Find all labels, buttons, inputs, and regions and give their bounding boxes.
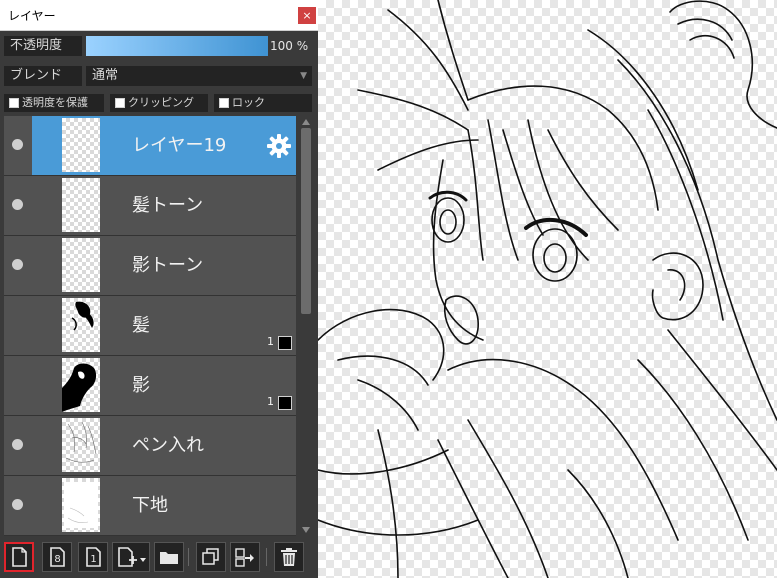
chevron-down-icon: ▼	[300, 71, 307, 81]
opacity-slider[interactable]	[86, 36, 268, 56]
folder-icon	[160, 552, 178, 564]
layer-row-hair[interactable]: 髪 1	[4, 296, 296, 356]
shadow-thumbnail-art	[62, 363, 97, 412]
layer-name: 髪	[132, 315, 150, 336]
toolbar-divider	[266, 548, 267, 566]
lock-checkbox[interactable]: ロック	[214, 94, 312, 112]
drawing-canvas[interactable]	[318, 0, 777, 578]
new-folder-button[interactable]	[154, 542, 184, 572]
layer-row-shadow[interactable]: 影 1	[4, 356, 296, 416]
layer-thumbnail	[62, 418, 100, 472]
scrollbar-thumb[interactable]	[301, 128, 311, 314]
blend-mode-select[interactable]: 通常 ▼	[86, 66, 312, 86]
layer-color-swatch	[278, 336, 292, 350]
add-layer-menu-button[interactable]	[112, 542, 150, 572]
layer-thumbnail	[62, 298, 100, 352]
layer-row-inking[interactable]: ペン入れ	[4, 416, 296, 476]
layer-name: ペン入れ	[132, 435, 204, 456]
layer-toolbar: 8 1	[0, 538, 318, 578]
checkbox-box	[115, 98, 125, 108]
layer-name: 影	[132, 375, 150, 396]
checkbox-box	[9, 98, 19, 108]
checkbox-box	[219, 98, 229, 108]
layer-thumbnail	[62, 478, 100, 532]
merge-layer-button[interactable]	[230, 542, 260, 572]
new-8bit-layer-button[interactable]: 8	[42, 542, 72, 572]
merge-icon	[235, 548, 254, 567]
layer-badge-count: 1	[267, 395, 274, 408]
layer-list-scrollbar[interactable]	[298, 116, 314, 536]
visibility-toggle[interactable]	[12, 439, 23, 450]
page-icon	[12, 547, 27, 567]
protect-alpha-checkbox[interactable]: 透明度を保護	[4, 94, 104, 112]
visibility-toggle[interactable]	[12, 199, 23, 210]
clipping-checkbox[interactable]: クリッピング	[110, 94, 208, 112]
visibility-toggle[interactable]	[12, 499, 23, 510]
duplicate-icon	[202, 548, 219, 565]
visibility-toggle[interactable]	[12, 139, 23, 150]
protect-alpha-label: 透明度を保護	[22, 96, 88, 109]
trash-icon	[281, 548, 297, 566]
new-1bit-layer-button[interactable]: 1	[78, 542, 108, 572]
layer-list: レイヤー19 髪トーン 影トーン 髪 1 影 1 ペン入れ 下地	[4, 116, 296, 536]
layer-name: 髪トーン	[132, 195, 204, 216]
page-8-icon: 8	[50, 547, 65, 567]
layer-panel: レイヤー × 不透明度 100 % ブレンド 通常 ▼ 透明度を保護 クリッピン…	[0, 0, 318, 578]
line-art-illustration	[318, 0, 777, 578]
panel-title: レイヤー	[8, 9, 56, 23]
lock-label: ロック	[232, 96, 265, 109]
layer-row-shadow-tone[interactable]: 影トーン	[4, 236, 296, 296]
gear-icon[interactable]	[266, 133, 292, 159]
layer-thumbnail	[62, 238, 100, 292]
layer-row-base[interactable]: 下地	[4, 476, 296, 536]
new-layer-button[interactable]	[4, 542, 34, 572]
opacity-label: 不透明度	[4, 36, 82, 56]
opacity-value: 100 %	[270, 39, 309, 53]
layer-name: 影トーン	[132, 255, 204, 276]
delete-layer-button[interactable]	[274, 542, 304, 572]
toolbar-divider	[188, 548, 189, 566]
hair-thumbnail-art	[71, 301, 94, 331]
layer-thumbnail	[62, 118, 100, 172]
page-plus-icon	[118, 547, 146, 567]
layer-name: レイヤー19	[132, 135, 227, 156]
page-1-glyph: 1	[90, 554, 96, 565]
page-1-icon: 1	[86, 547, 101, 567]
layer-row-layer19[interactable]: レイヤー19	[4, 116, 296, 176]
clipping-label: クリッピング	[128, 96, 194, 109]
layer-thumbnail	[62, 178, 100, 232]
scroll-down-icon[interactable]	[302, 527, 310, 533]
layer-name: 下地	[132, 495, 168, 516]
base-thumbnail-art	[64, 482, 98, 528]
blend-mode-value: 通常	[92, 68, 119, 83]
close-button[interactable]: ×	[298, 7, 316, 24]
panel-titlebar[interactable]: レイヤー ×	[0, 0, 318, 31]
layer-badge-count: 1	[267, 335, 274, 348]
page-8-glyph: 8	[54, 554, 60, 565]
scroll-up-icon[interactable]	[302, 119, 310, 125]
layer-thumbnail	[62, 358, 100, 412]
blend-label: ブレンド	[4, 66, 82, 86]
duplicate-layer-button[interactable]	[196, 542, 226, 572]
inking-thumbnail-art	[65, 421, 97, 463]
visibility-toggle[interactable]	[12, 259, 23, 270]
layer-row-hair-tone[interactable]: 髪トーン	[4, 176, 296, 236]
layer-color-swatch	[278, 396, 292, 410]
